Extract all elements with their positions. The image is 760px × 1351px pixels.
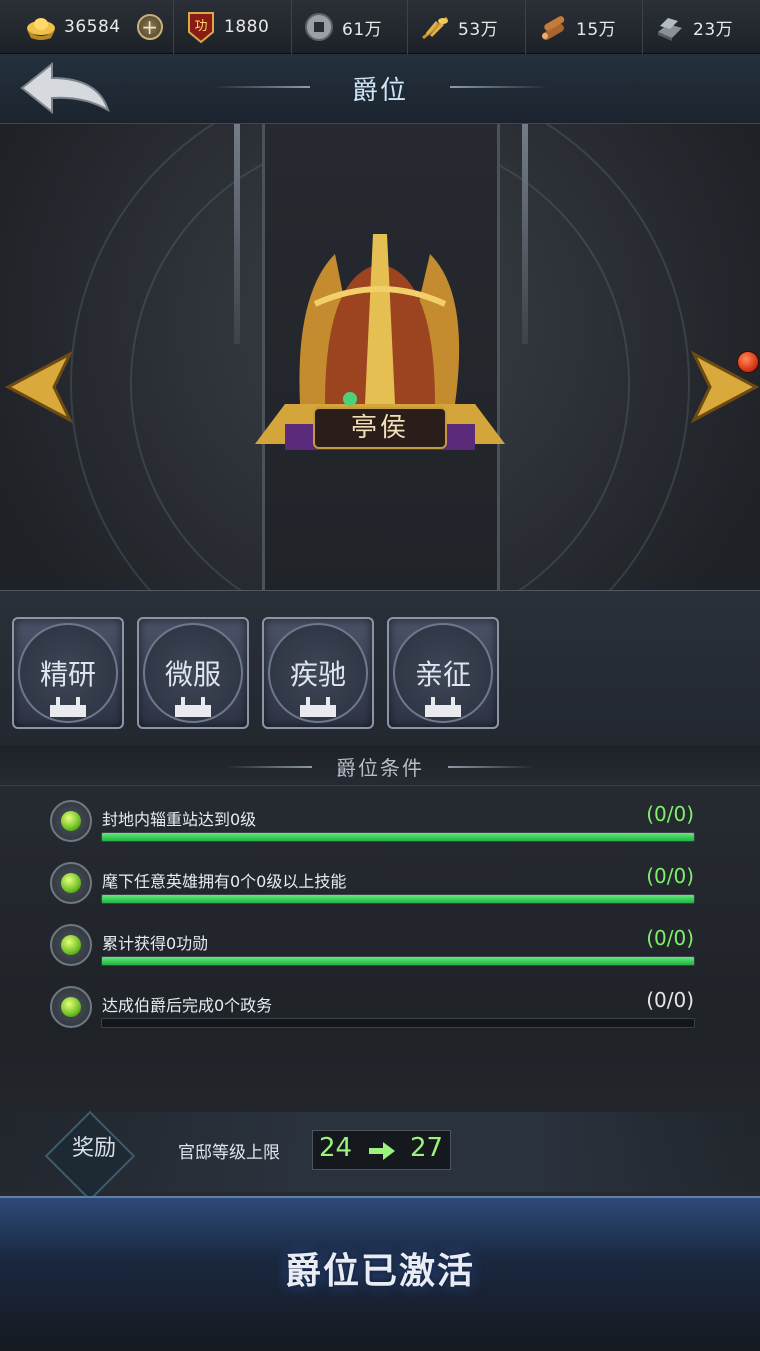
condition-value: (0/0) <box>646 802 694 826</box>
svg-text:功: 功 <box>194 19 207 34</box>
progress-fill <box>102 833 694 841</box>
grain-icon <box>418 10 452 44</box>
reward-row: 奖励 官邸等级上限 24 27 <box>0 1110 760 1202</box>
arrow-left-icon <box>4 350 74 424</box>
skill-bar: 精研 微服 疾驰 亲征 <box>0 590 760 746</box>
condition-row: 封地内辎重站达到0级 (0/0) <box>0 800 760 860</box>
wood-value: 15万 <box>576 19 617 40</box>
resource-gold: 36584 + <box>0 0 174 54</box>
notification-dot <box>737 351 759 373</box>
condition-row: 累计获得0功勋 (0/0) <box>0 924 760 984</box>
condition-value: (0/0) <box>646 926 694 950</box>
level-change-box: 24 27 <box>312 1130 451 1170</box>
resource-iron: 23万 <box>643 0 760 54</box>
progress-fill <box>102 957 694 965</box>
conditions-header: 爵位条件 <box>0 746 760 786</box>
resource-merit: 功 1880 <box>174 0 292 54</box>
condition-status-icon <box>50 862 92 904</box>
condition-row: 达成伯爵后完成0个政务 (0/0) <box>0 986 760 1046</box>
rank-showcase: 亭侯 <box>0 124 760 592</box>
condition-value: (0/0) <box>646 988 694 1012</box>
skill-slot-1[interactable]: 精研 <box>12 617 124 729</box>
coin-value: 61万 <box>342 19 383 40</box>
iron-value: 23万 <box>693 19 734 40</box>
gold-value: 36584 <box>64 17 121 37</box>
skill-name: 精研 <box>39 658 96 691</box>
condition-text: 封地内辎重站达到0级 <box>102 810 257 829</box>
progress-fill <box>102 895 694 903</box>
resource-coin: 61万 <box>292 0 408 54</box>
condition-text: 麾下任意英雄拥有0个0级以上技能 <box>102 872 347 891</box>
page-header: 爵位 <box>0 54 760 124</box>
rank-name-plate: 亭侯 <box>313 407 447 449</box>
resource-grain: 53万 <box>408 0 526 54</box>
grain-value: 53万 <box>458 19 499 40</box>
arrow-right-icon <box>369 1142 395 1160</box>
skill-name: 疾驰 <box>289 658 346 691</box>
skill-slot-2[interactable]: 微服 <box>137 617 249 729</box>
condition-row: 麾下任意英雄拥有0个0级以上技能 (0/0) <box>0 862 760 922</box>
merit-value: 1880 <box>224 17 270 37</box>
condition-status-icon <box>50 986 92 1028</box>
page-title: 爵位 <box>351 76 408 106</box>
skill-slot-3[interactable]: 疾驰 <box>262 617 374 729</box>
reward-text: 官邸等级上限 <box>178 1143 280 1163</box>
reward-label: 奖励 <box>71 1136 116 1161</box>
wood-icon <box>536 10 570 44</box>
lock-icon <box>50 697 86 717</box>
activation-status-text: 爵位已激活 <box>284 1250 475 1292</box>
condition-value: (0/0) <box>646 864 694 888</box>
condition-text: 达成伯爵后完成0个政务 <box>102 996 273 1015</box>
coin-icon <box>302 10 336 44</box>
lock-icon <box>300 697 336 717</box>
condition-status-icon <box>50 924 92 966</box>
lock-icon <box>175 697 211 717</box>
conditions-title: 爵位条件 <box>336 756 424 780</box>
condition-progress-bar <box>101 956 695 966</box>
condition-progress-bar <box>101 894 695 904</box>
lock-icon <box>425 697 461 717</box>
skill-name: 微服 <box>164 658 221 691</box>
condition-progress-bar <box>101 832 695 842</box>
skill-slot-4[interactable]: 亲征 <box>387 617 499 729</box>
level-from: 24 <box>319 1133 353 1163</box>
merit-badge-icon: 功 <box>184 10 218 44</box>
activation-status-button[interactable]: 爵位已激活 <box>0 1196 760 1351</box>
resource-wood: 15万 <box>526 0 643 54</box>
previous-rank-button[interactable] <box>4 350 74 424</box>
resource-bar: 36584 + 功 1880 61万 53万 15万 23万 <box>0 0 760 54</box>
title-ornament-right <box>450 86 548 88</box>
condition-progress-bar <box>101 1018 695 1028</box>
level-to: 27 <box>410 1133 444 1163</box>
condition-status-icon <box>50 800 92 842</box>
gold-ingot-icon <box>24 10 58 44</box>
iron-icon <box>653 10 687 44</box>
condition-text: 累计获得0功勋 <box>102 934 209 953</box>
skill-name: 亲征 <box>414 658 471 691</box>
add-gold-button[interactable]: + <box>136 14 163 40</box>
